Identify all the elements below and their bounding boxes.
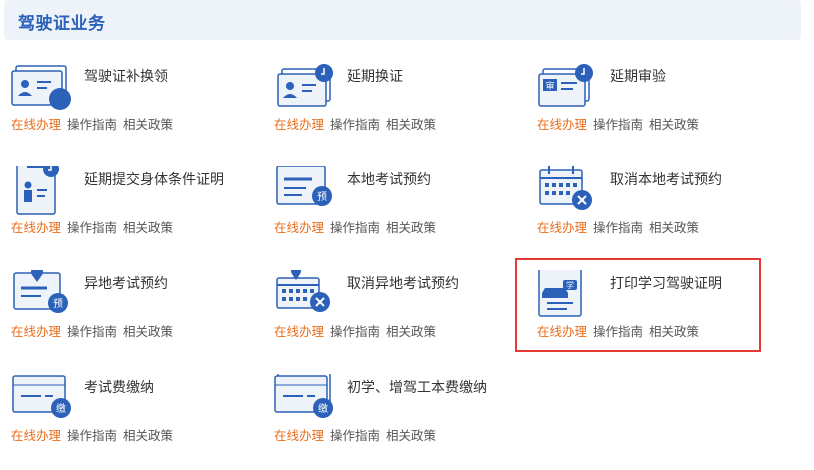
cancel-local-exam-icon: [539, 166, 592, 210]
service-item-license-fee-payment[interactable]: 缴 初学、增驾工本费缴纳 在线办理 操作指南 相关政策: [274, 374, 524, 470]
remote-exam-booking-icon: 预: [13, 270, 68, 313]
cancel-remote-exam-icon: [276, 270, 330, 312]
policy-link[interactable]: 相关政策: [123, 220, 173, 235]
online-apply-link[interactable]: 在线办理: [274, 428, 324, 443]
badge-text: 缴: [318, 402, 328, 415]
service-item-license-extension[interactable]: 延期换证 在线办理 操作指南 相关政策: [274, 63, 524, 159]
service-item-cancel-local-exam[interactable]: 取消本地考试预约 在线办理 操作指南 相关政策: [537, 166, 787, 262]
service-name: 考试费缴纳: [84, 380, 154, 396]
guide-link[interactable]: 操作指南: [330, 220, 380, 235]
policy-link[interactable]: 相关政策: [123, 324, 173, 339]
service-item-exam-fee-payment[interactable]: 缴 考试费缴纳 在线办理 操作指南 相关政策: [11, 374, 261, 470]
policy-link[interactable]: 相关政策: [649, 220, 699, 235]
badge-text: 预: [317, 191, 327, 203]
online-apply-link[interactable]: 在线办理: [537, 220, 587, 235]
service-item-review-extension[interactable]: 审 延期审验 在线办理 操作指南 相关政策: [537, 63, 787, 159]
highlight-box: [515, 258, 761, 352]
online-apply-link[interactable]: 在线办理: [11, 220, 61, 235]
service-name: 取消本地考试预约: [610, 172, 722, 188]
license-card-icon: [11, 65, 71, 110]
service-item-license-renewal[interactable]: 驾驶证补换领 在线办理 操作指南 相关政策: [11, 63, 261, 159]
service-name: 延期换证: [347, 69, 403, 85]
online-apply-link[interactable]: 在线办理: [11, 117, 61, 132]
guide-link[interactable]: 操作指南: [330, 428, 380, 443]
guide-link[interactable]: 操作指南: [330, 324, 380, 339]
section-header: 驾驶证业务: [4, 0, 801, 40]
policy-link[interactable]: 相关政策: [386, 220, 436, 235]
policy-link[interactable]: 相关政策: [386, 117, 436, 132]
service-name: 初学、增驾工本费缴纳: [347, 380, 487, 396]
service-name: 延期提交身体条件证明: [84, 172, 224, 188]
local-exam-booking-icon: 预: [276, 166, 332, 206]
service-item-local-exam-booking[interactable]: 预 本地考试预约 在线办理 操作指南 相关政策: [274, 166, 524, 262]
guide-link[interactable]: 操作指南: [67, 428, 117, 443]
guide-link[interactable]: 操作指南: [67, 220, 117, 235]
online-apply-link[interactable]: 在线办理: [274, 117, 324, 132]
online-apply-link[interactable]: 在线办理: [537, 117, 587, 132]
service-name: 延期审验: [610, 69, 666, 85]
service-name: 本地考试预约: [347, 172, 431, 188]
license-fee-payment-icon: 缴: [274, 374, 333, 418]
service-name: 驾驶证补换领: [84, 69, 168, 85]
policy-link[interactable]: 相关政策: [123, 428, 173, 443]
review-badge: 审: [545, 80, 554, 92]
service-item-health-certificate-extension[interactable]: 延期提交身体条件证明 在线办理 操作指南 相关政策: [11, 166, 261, 262]
service-item-cancel-remote-exam[interactable]: 取消异地考试预约 在线办理 操作指南 相关政策: [274, 270, 524, 366]
badge-text: 预: [53, 298, 63, 310]
service-name: 异地考试预约: [84, 276, 168, 292]
guide-link[interactable]: 操作指南: [593, 220, 643, 235]
online-apply-link[interactable]: 在线办理: [11, 428, 61, 443]
guide-link[interactable]: 操作指南: [330, 117, 380, 132]
review-extend-icon: 审: [538, 64, 593, 107]
policy-link[interactable]: 相关政策: [123, 117, 173, 132]
policy-link[interactable]: 相关政策: [386, 428, 436, 443]
exam-fee-payment-icon: 缴: [12, 375, 71, 418]
section-title: 驾驶证业务: [18, 14, 106, 34]
badge-text: 缴: [56, 402, 66, 415]
online-apply-link[interactable]: 在线办理: [274, 220, 324, 235]
online-apply-link[interactable]: 在线办理: [11, 324, 61, 339]
license-extend-icon: [277, 64, 333, 107]
service-name: 取消异地考试预约: [347, 276, 459, 292]
guide-link[interactable]: 操作指南: [67, 117, 117, 132]
health-certificate-icon: [16, 166, 59, 215]
service-item-remote-exam-booking[interactable]: 预 异地考试预约 在线办理 操作指南 相关政策: [11, 270, 261, 366]
policy-link[interactable]: 相关政策: [649, 117, 699, 132]
guide-link[interactable]: 操作指南: [593, 117, 643, 132]
online-apply-link[interactable]: 在线办理: [274, 324, 324, 339]
policy-link[interactable]: 相关政策: [386, 324, 436, 339]
guide-link[interactable]: 操作指南: [67, 324, 117, 339]
